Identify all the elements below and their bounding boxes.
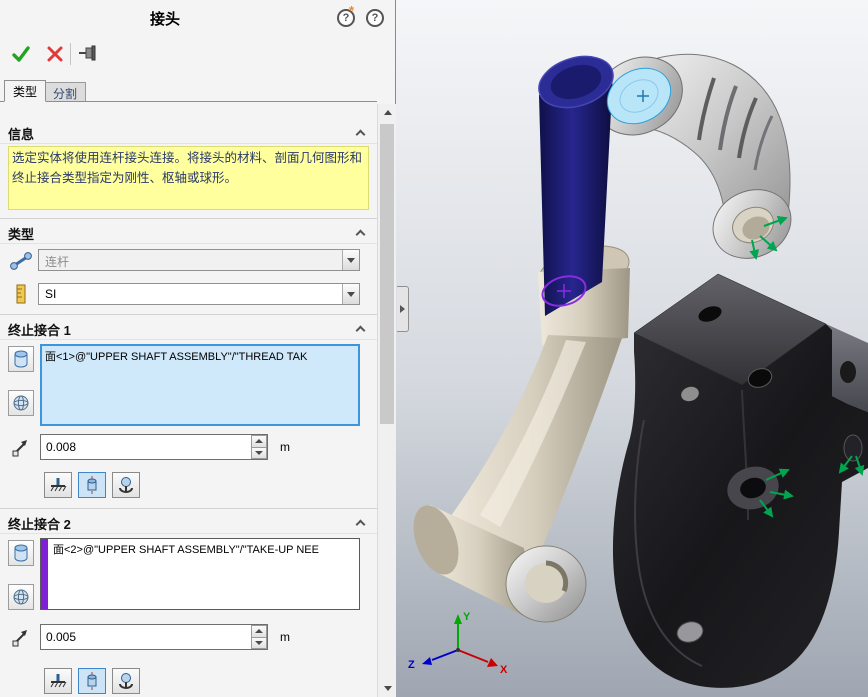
model-canvas[interactable]: Y X Z — [396, 0, 868, 697]
joint2-collapse-button[interactable] — [352, 516, 368, 530]
expand-right-icon — [400, 305, 405, 313]
connector-type-value: 连杆 — [45, 253, 69, 270]
spinner-up-button[interactable] — [251, 435, 267, 448]
joint2-header-label: 终止接合 2 — [8, 514, 71, 533]
pivot-icon — [82, 476, 102, 494]
joint2-selection-color-bar — [41, 539, 48, 609]
toolbar-separator — [70, 43, 71, 65]
chevron-up-icon — [355, 230, 365, 240]
cylindrical-face-icon — [8, 346, 34, 372]
joint2-rigid-toggle[interactable] — [44, 668, 72, 694]
panel-flyout-tab[interactable] — [397, 286, 409, 332]
info-header-label: 信息 — [8, 124, 34, 143]
dropdown-arrow-icon — [347, 258, 355, 263]
cylindrical-face-icon — [8, 540, 34, 566]
spinner-down-button[interactable] — [251, 448, 267, 460]
diameter-icon — [8, 624, 34, 650]
info-section-header: 信息 — [0, 122, 377, 144]
spherical-icon — [116, 476, 136, 494]
joint2-selection-listbox[interactable]: 面<2>@"UPPER SHAFT ASSEMBLY"/"TAKE-UP NEE — [40, 538, 360, 610]
spinner-down-button[interactable] — [251, 638, 267, 650]
joint-sphere-icon — [8, 390, 34, 416]
units-icon — [11, 283, 31, 305]
spin-up-icon — [255, 629, 263, 633]
type-collapse-button[interactable] — [352, 226, 368, 240]
diameter-icon — [8, 434, 34, 460]
chevron-up-icon — [355, 326, 365, 336]
pushpin-icon — [78, 44, 98, 62]
joint1-spherical-toggle[interactable] — [112, 472, 140, 498]
triad-y-label: Y — [463, 611, 471, 623]
scroll-down-button[interactable] — [378, 680, 397, 697]
check-icon — [11, 44, 31, 64]
pin-button[interactable] — [76, 42, 100, 64]
joint2-pivot-toggle[interactable] — [78, 668, 106, 694]
combo-arrow-button[interactable] — [342, 250, 359, 270]
property-manager-panel: 接头 ? * ? 类型 分 — [0, 0, 396, 697]
scroll-up-icon — [384, 110, 392, 115]
joint2-diameter-input[interactable] — [40, 624, 268, 650]
x-icon — [46, 45, 64, 63]
scroll-down-icon — [384, 686, 392, 691]
type-section-header: 类型 — [0, 222, 377, 244]
info-collapse-button[interactable] — [352, 126, 368, 140]
solidworks-connector-window: 接头 ? * ? 类型 分 — [0, 0, 868, 697]
units-value: SI — [45, 287, 56, 301]
spin-down-icon — [255, 641, 263, 645]
pivot-icon — [82, 672, 102, 690]
joint1-diameter-input[interactable] — [40, 434, 268, 460]
spherical-icon — [116, 672, 136, 690]
section-divider — [0, 218, 377, 219]
units-combo[interactable]: SI — [38, 283, 360, 305]
joint-sphere-icon — [8, 584, 34, 610]
section-divider — [0, 314, 377, 315]
joint1-spinner[interactable] — [251, 435, 267, 459]
spin-up-icon — [255, 439, 263, 443]
joint1-unit-label: m — [280, 440, 290, 454]
panel-title: 接头 — [0, 8, 330, 29]
help-icon[interactable]: ? — [366, 9, 384, 27]
type-header-label: 类型 — [8, 224, 34, 243]
connector-type-combo[interactable]: 连杆 — [38, 249, 360, 271]
rigid-icon — [48, 672, 68, 690]
joint2-section-header: 终止接合 2 — [0, 512, 377, 534]
tab-type[interactable]: 类型 — [4, 80, 46, 102]
rigid-icon — [48, 476, 68, 494]
joint1-rigid-toggle[interactable] — [44, 472, 72, 498]
combo-arrow-button[interactable] — [342, 284, 359, 304]
joint2-selection-item[interactable]: 面<2>@"UPPER SHAFT ASSEMBLY"/"TAKE-UP NEE — [53, 544, 319, 556]
help-star-icon: * — [349, 3, 354, 18]
help-glyph: ? — [372, 12, 379, 24]
joint1-collapse-button[interactable] — [352, 322, 368, 336]
spinner-up-button[interactable] — [251, 625, 267, 638]
section-divider — [0, 508, 377, 509]
joint2-unit-label: m — [280, 630, 290, 644]
cancel-button[interactable] — [42, 41, 68, 67]
info-message-box: 选定实体将使用连杆接头连接。将接头的材料、剖面几何图形和终止接合类型指定为刚性、… — [8, 146, 369, 210]
triad-z-label: Z — [408, 659, 415, 671]
chevron-up-icon — [355, 520, 365, 530]
graphics-viewport[interactable]: Y X Z — [396, 0, 868, 697]
spin-down-icon — [255, 451, 263, 455]
joint1-header-label: 终止接合 1 — [8, 320, 71, 339]
chevron-up-icon — [355, 130, 365, 140]
joint1-selection-item[interactable]: 面<1>@"UPPER SHAFT ASSEMBLY"/"THREAD TAK — [45, 351, 307, 363]
tab-divider — [0, 101, 377, 102]
triad-x-label: X — [500, 664, 508, 676]
joint2-spherical-toggle[interactable] — [112, 668, 140, 694]
scrollbar-thumb[interactable] — [380, 124, 394, 424]
dropdown-arrow-icon — [347, 292, 355, 297]
joint1-section-header: 终止接合 1 — [0, 318, 377, 340]
panel-scrollbar[interactable] — [377, 104, 396, 697]
ok-button[interactable] — [8, 41, 34, 67]
joint1-selection-listbox[interactable]: 面<1>@"UPPER SHAFT ASSEMBLY"/"THREAD TAK — [40, 344, 360, 426]
tab-split[interactable]: 分割 — [44, 82, 86, 102]
link-connector-icon — [8, 250, 34, 272]
scroll-up-button[interactable] — [378, 104, 397, 121]
joint1-pivot-toggle[interactable] — [78, 472, 106, 498]
joint2-spinner[interactable] — [251, 625, 267, 649]
